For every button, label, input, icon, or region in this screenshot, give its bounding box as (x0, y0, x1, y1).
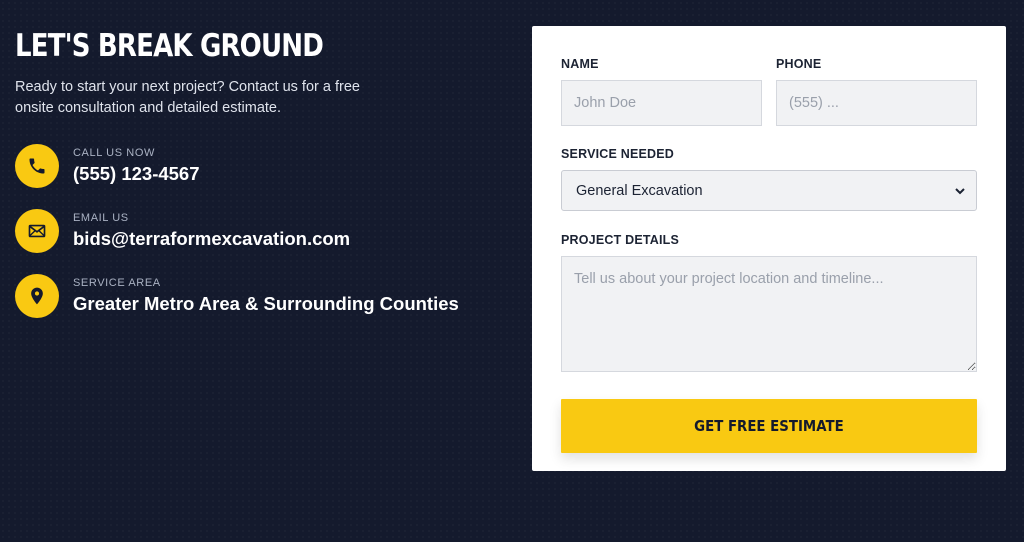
phone-input[interactable] (776, 80, 977, 126)
contact-info-section: LET'S BREAK GROUND Ready to start your n… (15, 28, 495, 318)
intro-text: Ready to start your next project? Contac… (15, 79, 360, 116)
map-pin-icon (15, 274, 59, 318)
name-input[interactable] (561, 80, 762, 126)
page-title: LET'S BREAK GROUND (15, 28, 324, 64)
contact-email: EMAIL US bids@terraformexcavation.com (15, 209, 495, 253)
get-estimate-button-label: GET FREE ESTIMATE (694, 417, 844, 435)
name-label: NAME (561, 57, 599, 71)
service-label: SERVICE NEEDED (561, 147, 675, 161)
contact-phone: CALL US NOW (555) 123-4567 (15, 144, 495, 188)
get-estimate-button[interactable]: GET FREE ESTIMATE (561, 399, 977, 453)
service-selected-value: General Excavation (576, 182, 703, 199)
service-select[interactable]: General Excavation (561, 170, 977, 211)
phone-icon (15, 144, 59, 188)
contact-service-area-label: SERVICE AREA (73, 277, 161, 289)
details-label: PROJECT DETAILS (561, 233, 680, 247)
contact-phone-value[interactable]: (555) 123-4567 (73, 162, 200, 186)
estimate-form: NAME PHONE SERVICE NEEDED General Excava… (532, 26, 1006, 471)
contact-email-value[interactable]: bids@terraformexcavation.com (73, 227, 350, 251)
mail-icon (15, 209, 59, 253)
chevron-down-icon (955, 187, 965, 194)
contact-email-label: EMAIL US (73, 212, 129, 224)
project-details-textarea[interactable] (561, 256, 977, 372)
contact-service-area-value: Greater Metro Area & Surrounding Countie… (73, 293, 459, 314)
contact-phone-label: CALL US NOW (73, 147, 155, 159)
phone-label: PHONE (776, 57, 822, 71)
contact-service-area: SERVICE AREA Greater Metro Area & Surrou… (15, 274, 495, 318)
